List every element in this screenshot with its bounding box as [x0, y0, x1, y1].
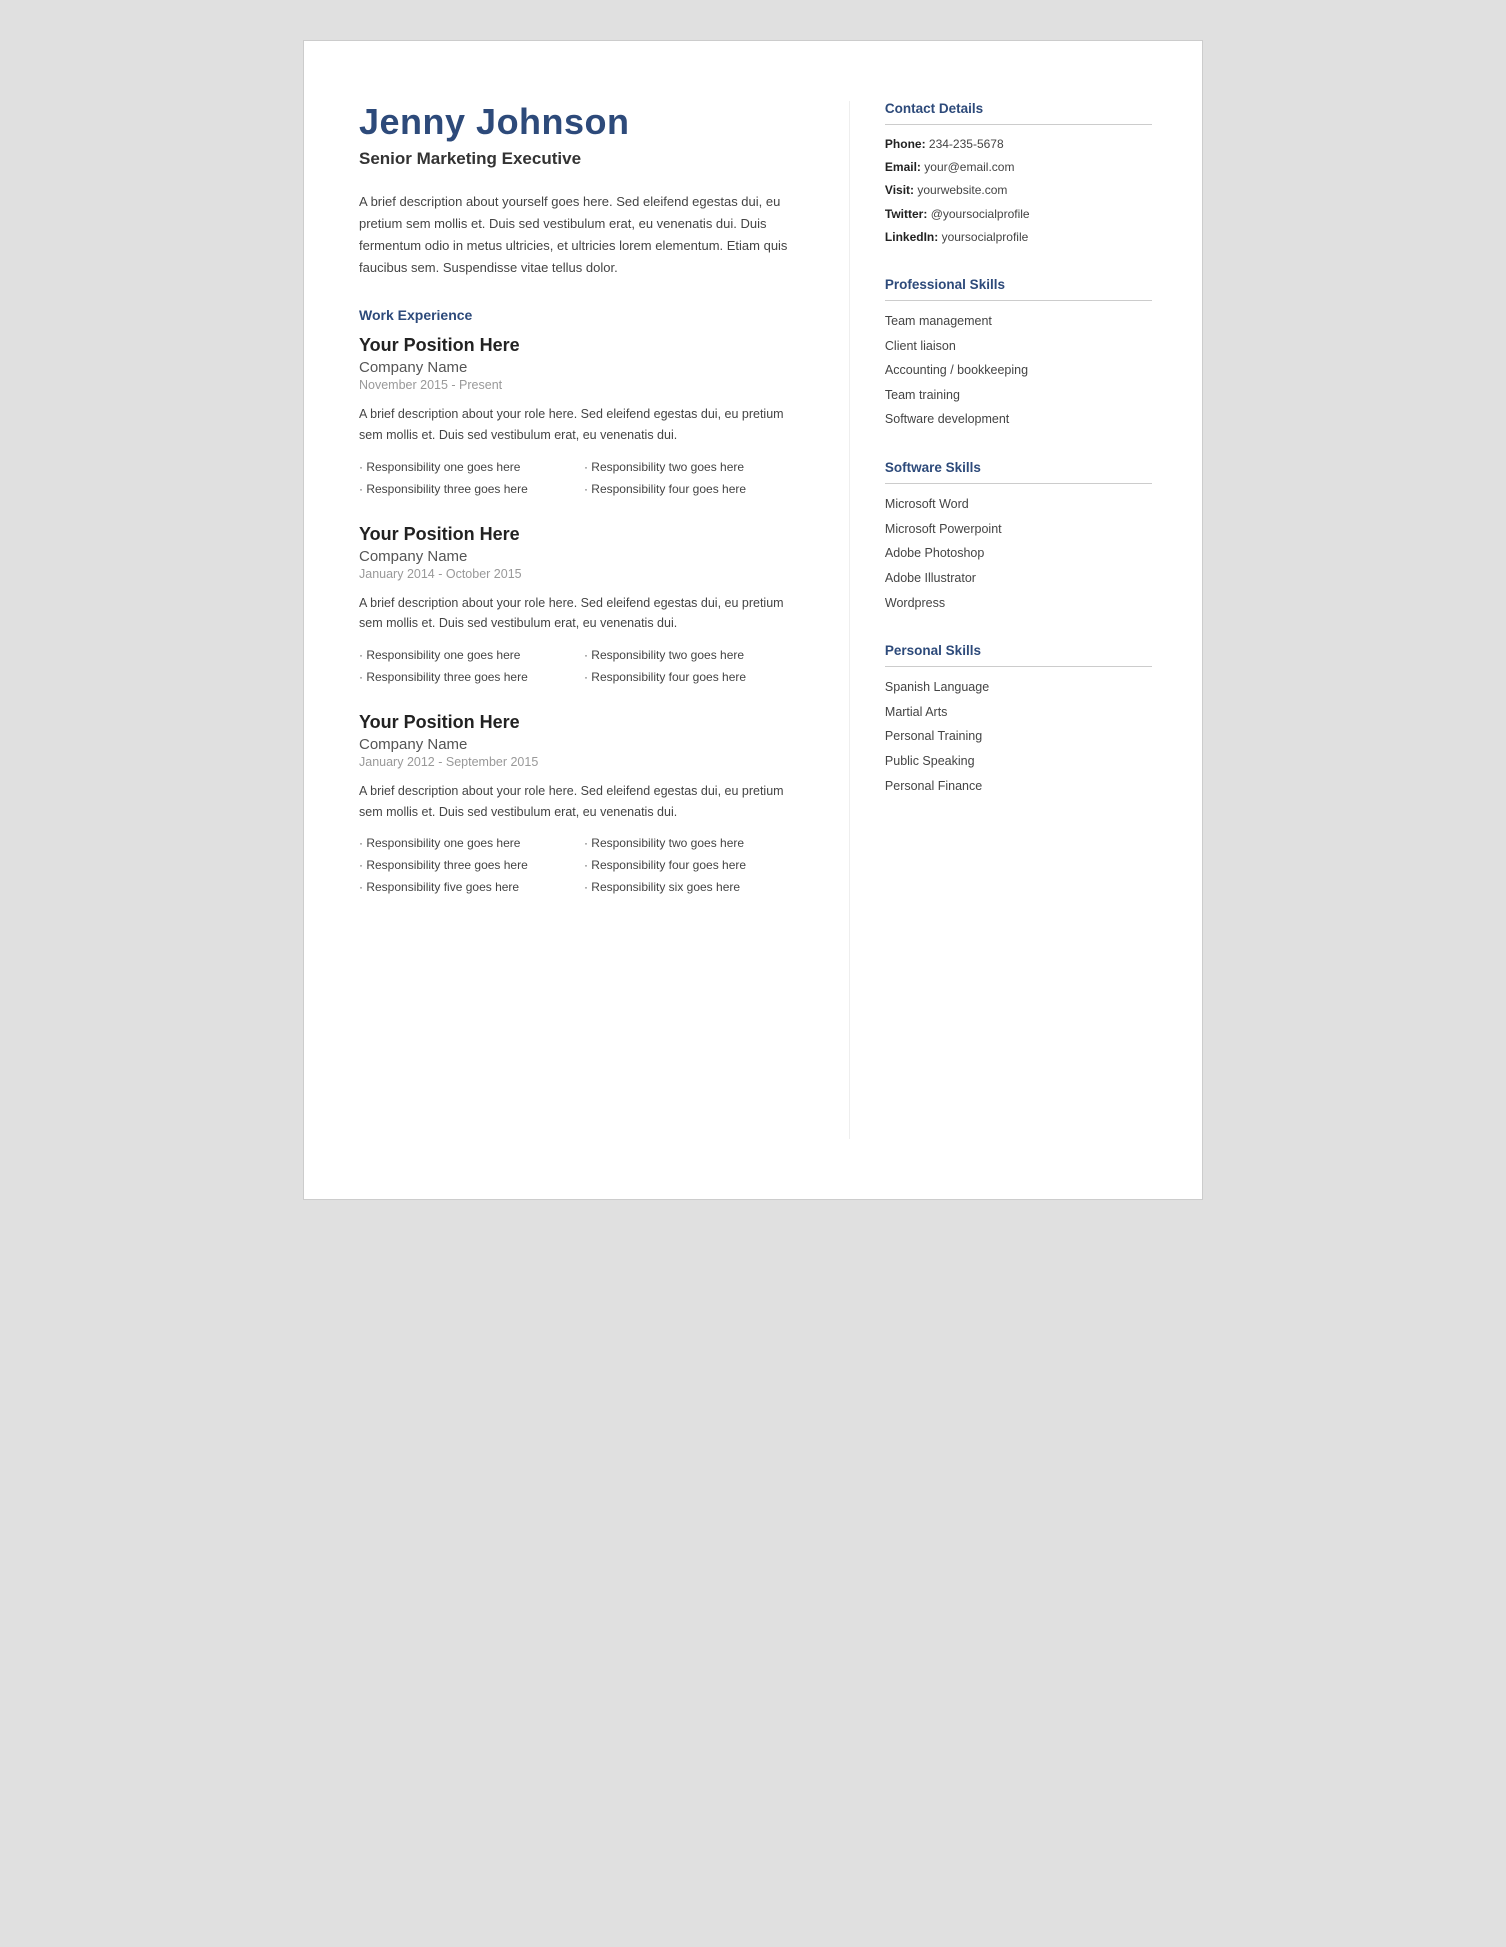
responsibility-2-2: Responsibility three goes here: [359, 856, 574, 874]
contact-label-0: Phone:: [885, 137, 929, 151]
personal-skills-section: Personal Skills Spanish Language Martial …: [885, 643, 1152, 800]
software-skills-list: Microsoft Word Microsoft Powerpoint Adobe …: [885, 494, 1152, 613]
responsibility-2-4: Responsibility five goes here: [359, 878, 574, 896]
job-dates-2: January 2012 - September 2015: [359, 755, 799, 769]
contact-value-2: yourwebsite.com: [917, 183, 1007, 197]
software-skill-1: Microsoft Powerpoint: [885, 519, 1152, 540]
responsibility-1-0: Responsibility one goes here: [359, 646, 574, 664]
company-name-1: Company Name: [359, 548, 799, 565]
software-skill-4: Wordpress: [885, 593, 1152, 614]
professional-skill-1: Client liaison: [885, 336, 1152, 357]
responsibilities-grid-0: Responsibility one goes here Responsibili…: [359, 458, 799, 498]
personal-skill-3: Public Speaking: [885, 751, 1152, 772]
job-block-1: Your Position Here Company Name January 20…: [359, 524, 799, 686]
personal-skill-4: Personal Finance: [885, 776, 1152, 797]
summary-text: A brief description about yourself goes …: [359, 191, 799, 279]
responsibility-0-0: Responsibility one goes here: [359, 458, 574, 476]
contact-label-1: Email:: [885, 160, 924, 174]
professional-skills-section: Professional Skills Team management Clien…: [885, 277, 1152, 434]
contact-label-2: Visit:: [885, 183, 917, 197]
professional-skill-0: Team management: [885, 311, 1152, 332]
contact-item-4: LinkedIn: yoursocialprofile: [885, 228, 1152, 247]
contact-heading: Contact Details: [885, 101, 1152, 125]
personal-skill-1: Martial Arts: [885, 702, 1152, 723]
company-name-0: Company Name: [359, 359, 799, 376]
personal-skill-0: Spanish Language: [885, 677, 1152, 698]
responsibility-2-3: Responsibility four goes here: [584, 856, 799, 874]
responsibility-1-3: Responsibility four goes here: [584, 668, 799, 686]
professional-skill-4: Software development: [885, 409, 1152, 430]
responsibilities-grid-1: Responsibility one goes here Responsibili…: [359, 646, 799, 686]
responsibility-1-2: Responsibility three goes here: [359, 668, 574, 686]
contact-section: Contact Details Phone: 234-235-5678 Email…: [885, 101, 1152, 251]
contact-item-1: Email: your@email.com: [885, 158, 1152, 177]
responsibility-2-1: Responsibility two goes here: [584, 834, 799, 852]
work-experience-section: Work Experience Your Position Here Compan…: [359, 307, 799, 922]
personal-skills-list: Spanish Language Martial Arts Personal Tra…: [885, 677, 1152, 796]
contact-value-4: yoursocialprofile: [942, 230, 1029, 244]
responsibility-0-3: Responsibility four goes here: [584, 480, 799, 498]
job-description-0: A brief description about your role here…: [359, 404, 799, 445]
right-column: Contact Details Phone: 234-235-5678 Email…: [849, 101, 1152, 1139]
contact-item-2: Visit: yourwebsite.com: [885, 181, 1152, 200]
software-skills-heading: Software Skills: [885, 460, 1152, 484]
software-skill-0: Microsoft Word: [885, 494, 1152, 515]
job-title-2: Your Position Here: [359, 712, 799, 733]
professional-skills-heading: Professional Skills: [885, 277, 1152, 301]
contact-value-3: @yoursocialprofile: [931, 207, 1030, 221]
personal-skill-2: Personal Training: [885, 726, 1152, 747]
responsibilities-grid-2: Responsibility one goes here Responsibili…: [359, 834, 799, 896]
contact-label-4: LinkedIn:: [885, 230, 942, 244]
job-block-2: Your Position Here Company Name January 20…: [359, 712, 799, 896]
job-description-1: A brief description about your role here…: [359, 593, 799, 634]
responsibility-0-2: Responsibility three goes here: [359, 480, 574, 498]
personal-skills-heading: Personal Skills: [885, 643, 1152, 667]
company-name-2: Company Name: [359, 736, 799, 753]
responsibility-1-1: Responsibility two goes here: [584, 646, 799, 664]
left-column: Jenny Johnson Senior Marketing Executive…: [359, 101, 799, 1139]
software-skill-2: Adobe Photoshop: [885, 543, 1152, 564]
professional-skills-list: Team management Client liaison Accounting …: [885, 311, 1152, 430]
job-dates-0: November 2015 - Present: [359, 378, 799, 392]
jobs-list: Your Position Here Company Name November 2…: [359, 335, 799, 896]
candidate-title: Senior Marketing Executive: [359, 149, 799, 169]
professional-skill-2: Accounting / bookkeeping: [885, 360, 1152, 381]
contact-value-1: your@email.com: [924, 160, 1014, 174]
work-experience-heading: Work Experience: [359, 307, 799, 323]
professional-skill-3: Team training: [885, 385, 1152, 406]
contact-label-3: Twitter:: [885, 207, 931, 221]
responsibility-2-5: Responsibility six goes here: [584, 878, 799, 896]
job-description-2: A brief description about your role here…: [359, 781, 799, 822]
job-title-1: Your Position Here: [359, 524, 799, 545]
job-title-0: Your Position Here: [359, 335, 799, 356]
contact-item-3: Twitter: @yoursocialprofile: [885, 205, 1152, 224]
software-skills-section: Software Skills Microsoft WordMicrosoft …: [885, 460, 1152, 617]
job-dates-1: January 2014 - October 2015: [359, 567, 799, 581]
contact-list: Phone: 234-235-5678 Email: your@email.com…: [885, 135, 1152, 247]
contact-value-0: 234-235-5678: [929, 137, 1004, 151]
job-block-0: Your Position Here Company Name November 2…: [359, 335, 799, 497]
software-skill-3: Adobe Illustrator: [885, 568, 1152, 589]
responsibility-0-1: Responsibility two goes here: [584, 458, 799, 476]
contact-item-0: Phone: 234-235-5678: [885, 135, 1152, 154]
candidate-name: Jenny Johnson: [359, 101, 799, 143]
responsibility-2-0: Responsibility one goes here: [359, 834, 574, 852]
resume-page: Jenny Johnson Senior Marketing Executive…: [303, 40, 1203, 1200]
